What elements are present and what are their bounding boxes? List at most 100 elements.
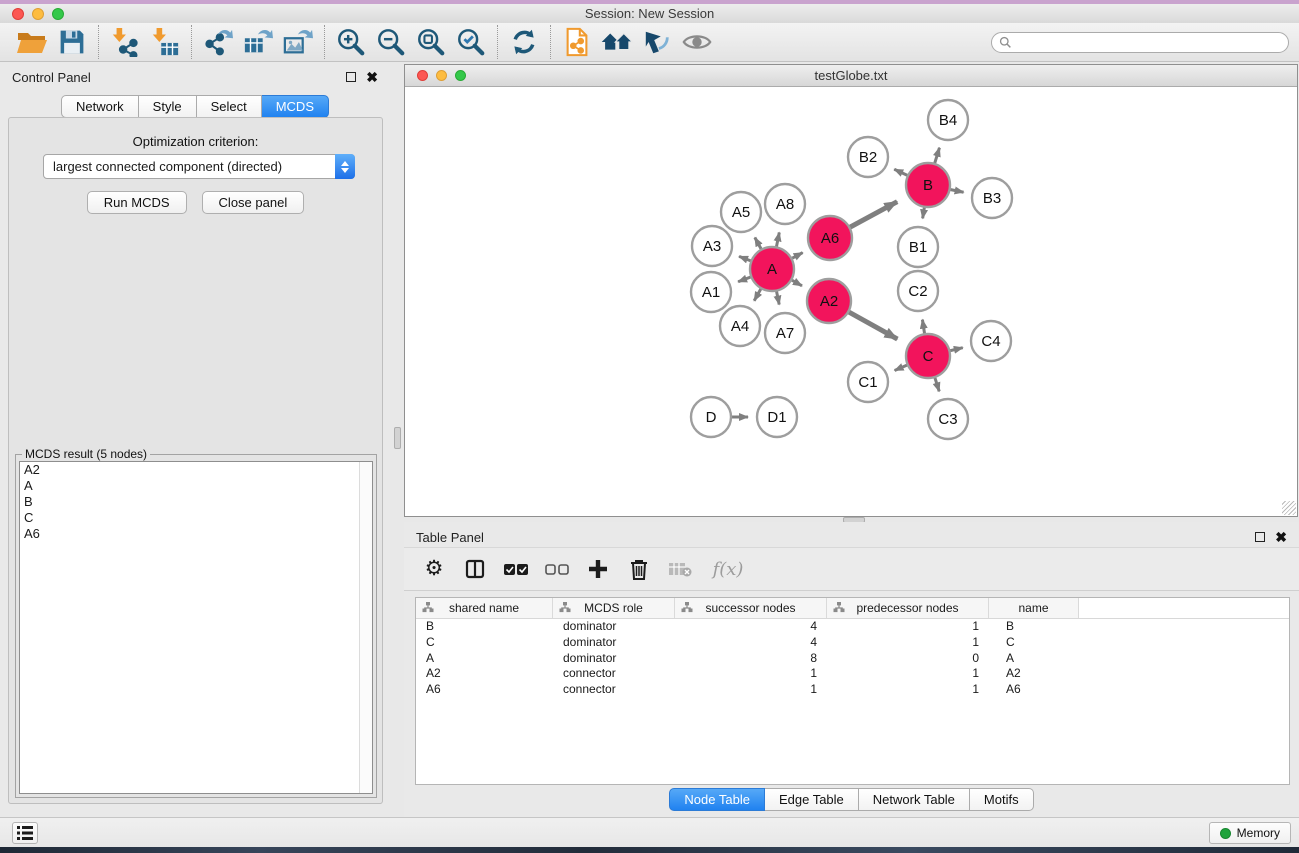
tab-node-table[interactable]: Node Table (669, 788, 765, 811)
tab-motifs[interactable]: Motifs (970, 788, 1034, 811)
search-field[interactable] (991, 32, 1289, 53)
app-titlebar: Session: New Session (0, 4, 1299, 23)
float-table-panel-icon[interactable] (1255, 532, 1265, 542)
deselect-all-columns-button[interactable] (545, 557, 569, 581)
node-C4[interactable]: C4 (971, 321, 1011, 361)
node-A7[interactable]: A7 (765, 313, 805, 353)
table-body: Bdominator41BCdominator41CAdominator80AA… (416, 619, 1289, 698)
zoom-in-button[interactable] (331, 25, 371, 59)
node-D[interactable]: D (691, 397, 731, 437)
search-input[interactable] (1016, 36, 1288, 50)
zoom-selected-button[interactable] (451, 25, 491, 59)
node-D1[interactable]: D1 (757, 397, 797, 437)
node-A[interactable]: A (750, 247, 794, 291)
create-column-button[interactable] (586, 557, 610, 581)
export-network-icon (203, 27, 233, 57)
resize-grip-icon[interactable] (1282, 501, 1296, 515)
mcds-result-title: MCDS result (5 nodes) (22, 447, 150, 461)
zoom-out-button[interactable] (371, 25, 411, 59)
node-B[interactable]: B (906, 163, 950, 207)
node-B1[interactable]: B1 (898, 227, 938, 267)
tab-edge-table[interactable]: Edge Table (765, 788, 859, 811)
tab-select[interactable]: Select (197, 95, 262, 118)
node-B3[interactable]: B3 (972, 178, 1012, 218)
toolbar-separator (497, 25, 498, 59)
float-panel-icon[interactable] (346, 72, 356, 82)
toolbar-separator (191, 25, 192, 59)
close-panel-icon[interactable]: ✖ (366, 72, 378, 82)
node-A1[interactable]: A1 (691, 272, 731, 312)
svg-text:C3: C3 (938, 411, 957, 428)
delete-table-button-disabled (668, 557, 692, 581)
node-B2[interactable]: B2 (848, 137, 888, 177)
close-panel-button[interactable]: Close panel (202, 191, 305, 214)
trash-icon (630, 559, 648, 580)
node-C1[interactable]: C1 (848, 362, 888, 402)
mcds-result-item[interactable]: A (20, 478, 372, 494)
memory-button[interactable]: Memory (1209, 822, 1291, 844)
first-neighbors-button[interactable] (597, 25, 637, 59)
export-image-button[interactable] (278, 25, 318, 59)
column-header-shared-name[interactable]: shared name (416, 598, 553, 618)
close-table-panel-icon[interactable]: ✖ (1275, 532, 1287, 542)
optimization-criterion-select[interactable]: largest connected component (directed) (43, 154, 355, 179)
column-header-successor-nodes[interactable]: successor nodes (675, 598, 827, 618)
node-table[interactable]: shared name MCDS rolesuccessor nodesprede… (415, 597, 1290, 785)
node-B4[interactable]: B4 (928, 100, 968, 140)
mcds-result-item[interactable]: C (20, 510, 372, 526)
svg-text:B3: B3 (983, 190, 1001, 207)
node-A5[interactable]: A5 (721, 192, 761, 232)
mcds-result-item[interactable]: B (20, 494, 372, 510)
mcds-result-item[interactable]: A6 (20, 526, 372, 542)
node-A4[interactable]: A4 (720, 306, 760, 346)
node-A8[interactable]: A8 (765, 184, 805, 224)
table-row[interactable]: Bdominator41B (416, 619, 1289, 635)
cell: 1 (827, 619, 989, 635)
save-session-button[interactable] (52, 25, 92, 59)
run-mcds-button[interactable]: Run MCDS (87, 191, 187, 214)
import-table-button[interactable] (145, 25, 185, 59)
export-table-button[interactable] (238, 25, 278, 59)
column-header-label: shared name (449, 601, 519, 615)
mcds-result-item[interactable]: A2 (20, 462, 372, 478)
zoom-in-icon (336, 27, 366, 57)
delete-column-button[interactable] (627, 557, 651, 581)
tab-style[interactable]: Style (139, 95, 197, 118)
network-canvas[interactable]: B4 B2 B B3 A5A8A6 A3 B1 A A1 C2 A2 A4 A7 C4 C C1 D D1 C3 (405, 87, 1297, 516)
svg-text:A7: A7 (776, 325, 794, 342)
node-C3[interactable]: C3 (928, 399, 968, 439)
node-C2[interactable]: C2 (898, 271, 938, 311)
select-all-columns-button[interactable] (504, 557, 528, 581)
task-history-button[interactable] (12, 822, 38, 844)
svg-text:C1: C1 (858, 374, 877, 391)
table-row[interactable]: Adominator80A (416, 651, 1289, 667)
zoom-fit-button[interactable] (411, 25, 451, 59)
open-session-button[interactable] (12, 25, 52, 59)
cell: connector (553, 682, 675, 698)
export-network-button[interactable] (198, 25, 238, 59)
birds-eye-view-button[interactable] (677, 25, 717, 59)
vertical-splitter-handle[interactable] (394, 427, 401, 449)
column-header-predecessor-nodes[interactable]: predecessor nodes (827, 598, 989, 618)
tab-network[interactable]: Network (61, 95, 139, 118)
function-builder-button-disabled: f(x) (709, 557, 747, 581)
mcds-list-scrollbar[interactable] (359, 462, 372, 793)
import-network-button[interactable] (105, 25, 145, 59)
table-row[interactable]: A6connector11A6 (416, 682, 1289, 698)
table-settings-button[interactable]: ⚙ (422, 557, 446, 581)
table-row[interactable]: Cdominator41C (416, 635, 1289, 651)
column-header-name[interactable]: name (989, 598, 1079, 618)
node-A2[interactable]: A2 (807, 279, 851, 323)
new-network-from-selection-button[interactable] (557, 25, 597, 59)
table-row[interactable]: A2connector11A2 (416, 666, 1289, 682)
apply-layout-button[interactable] (504, 25, 544, 59)
node-A3[interactable]: A3 (692, 226, 732, 266)
node-C[interactable]: C (906, 334, 950, 378)
column-header-MCDS-role[interactable]: MCDS role (553, 598, 675, 618)
graphics-details-button[interactable] (637, 25, 677, 59)
tab-network-table[interactable]: Network Table (859, 788, 970, 811)
node-A6[interactable]: A6 (808, 216, 852, 260)
show-columns-button[interactable] (463, 557, 487, 581)
tab-mcds[interactable]: MCDS (262, 95, 329, 118)
network-window-titlebar[interactable]: testGlobe.txt (405, 65, 1297, 87)
